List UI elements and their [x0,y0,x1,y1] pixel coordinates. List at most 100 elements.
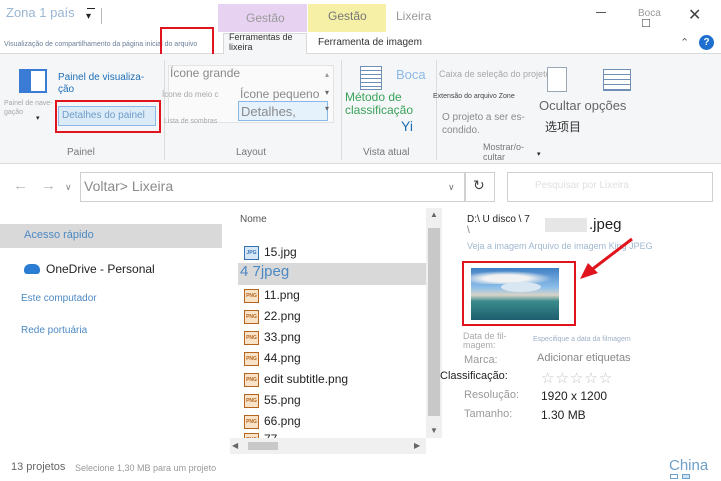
star-icon[interactable]: ☆ [541,370,555,387]
location-title: Lixeira [396,9,432,23]
scroll-up-arrow-icon[interactable]: ▲ [430,210,438,219]
ribbon-group-label-current-view: Vista atual [363,147,410,158]
file-row-name[interactable]: 44.png [264,351,301,365]
preview-pane-button[interactable]: Painel de visualiza-ção [58,72,156,96]
layout-medium-icons[interactable]: Ícone do meio c [162,90,218,99]
contextual-tab-manage-image[interactable]: Gestão [328,9,367,23]
watermark-text: China [669,457,709,474]
png-file-icon: PNG [244,373,259,387]
star-icon[interactable]: ☆ [570,370,584,387]
jpg-file-icon: JPG [244,246,259,260]
scroll-left-arrow-icon[interactable]: ◀ [232,441,238,450]
png-file-icon: PNG [244,289,259,303]
sort-direction-label[interactable]: Yi [401,118,413,134]
qat-underline [87,8,95,9]
show-hide-expand-icon[interactable]: ▾ [537,150,541,158]
ribbon-collapse-icon[interactable]: ⌃ [680,36,689,49]
item-checkboxes-toggle[interactable]: Caixa de seleção do projeto [439,69,551,79]
detail-label-size: Tamanho: [464,408,513,420]
nav-pane-button[interactable]: Painel de nave-gação [4,99,58,117]
sort-by-button[interactable]: Método de classificação [345,91,415,117]
address-path[interactable]: Voltar> Lixeira [84,178,173,194]
help-icon[interactable]: ? [699,35,714,50]
file-row-name[interactable]: 15.jpg [264,245,297,259]
detail-label-date-taken: Data de fil-magem: [463,331,507,350]
nav-item-onedrive[interactable]: OneDrive - Personal [46,262,155,276]
scroll-down-arrow-icon[interactable]: ▼ [430,426,438,435]
tab-image-tools[interactable]: Ferramenta de imagem [318,37,422,48]
search-input[interactable]: Pesquisar por Lixeira [535,180,629,191]
file-list-scroll-thumb-vertical[interactable] [428,228,440,416]
star-icon[interactable]: ☆ [584,370,598,387]
sort-by-icon[interactable] [360,66,382,90]
rating-stars[interactable]: ☆☆☆☆☆ [541,369,613,387]
layout-tiles[interactable]: Lista de sombras [164,118,217,125]
back-arrow-icon[interactable]: ← [13,177,28,194]
status-item-count: 13 projetos [11,461,66,473]
minimize-icon[interactable] [596,12,606,13]
file-row-name[interactable]: 11.png [264,288,300,302]
layout-details[interactable]: Detalhes, [241,104,296,119]
layout-small-icons[interactable]: Ícone pequeno [240,87,319,101]
onedrive-cloud-icon [24,264,40,274]
nav-item-network[interactable]: Rede portuária [21,325,87,336]
title-separator [101,8,102,24]
file-extensions-toggle[interactable]: Extensão do arquivo Zone [433,93,515,100]
details-view-toggle-icon[interactable] [670,474,678,479]
file-row-name[interactable]: 22.png [264,309,301,323]
contextual-tab-manage-recycle[interactable]: Gestão [246,11,285,25]
group-by-button[interactable]: Boca [396,67,426,82]
column-header-name[interactable]: Nome [240,214,267,225]
recent-locations-icon[interactable]: ∨ [65,182,72,193]
detail-value-date-taken[interactable]: Especifique a data da filmagem [533,336,631,343]
hidden-items-toggle[interactable]: O projeto a ser es-condido. [442,111,540,137]
preview-path: D:\ U disco \ 7 [467,214,530,225]
close-icon[interactable]: ✕ [688,5,701,25]
maximize-icon[interactable]: ☐ [641,17,651,30]
file-row-name[interactable]: 33.png [264,330,301,344]
preview-filename-extension: .jpeg [589,216,622,233]
refresh-icon[interactable]: ↻ [473,177,485,194]
nav-item-quick-access[interactable]: Acesso rápido [24,229,94,241]
detail-label-rating: Classificação: [440,370,508,382]
layout-scroll-down-icon[interactable]: ▾ [325,88,329,97]
detail-value-resolution: 1920 x 1200 [541,389,608,403]
file-row-name[interactable]: 55.png [264,393,301,407]
scroll-right-arrow-icon[interactable]: ▶ [414,441,420,450]
file-row-name[interactable]: edit subtitle.png [264,372,348,386]
large-icons-view-toggle-icon[interactable] [682,474,690,479]
tab-recycle-tools[interactable]: Ferramentas de lixeira [229,32,307,52]
layout-scroll-up-icon[interactable]: ▴ [325,70,329,79]
file-row-name[interactable]: 66.png [264,414,301,428]
png-file-icon: PNG [244,310,259,324]
hide-selected-items-icon[interactable] [547,67,567,92]
options-icon[interactable] [603,69,631,91]
file-list-scroll-thumb-horizontal[interactable] [248,442,278,450]
window-title: Zona 1 país [6,5,75,20]
star-icon[interactable]: ☆ [555,370,569,387]
ribbon-group-label-layout: Layout [236,147,267,158]
file-list [230,208,442,454]
qat-dropdown-icon[interactable]: ▾ [86,11,91,22]
detail-label-tags: Marca: [464,354,498,366]
ribbon-group-separator [436,60,437,160]
nav-item-this-pc[interactable]: Este computador [21,293,97,304]
ribbon-group-label-show-hide: Mostrar/o-cultar [483,142,525,162]
png-file-icon: PNG [244,352,259,366]
preview-pane-icon[interactable] [19,69,47,93]
hide-selected-items-sublabel[interactable]: 选项目 [545,118,581,135]
png-file-icon: PNG [244,331,259,345]
layout-large-icons[interactable]: Ícone grande [170,66,240,80]
star-icon[interactable]: ☆ [599,370,613,387]
hide-selected-items-button[interactable]: Ocultar opções [539,98,626,113]
layout-expand-icon[interactable]: ▾ [325,104,329,113]
highlight-box-preview [462,261,576,326]
file-row-name-selected[interactable]: 4 7jpeg [240,263,289,280]
forward-arrow-icon[interactable]: → [41,177,56,194]
ribbon-group-label-panel: Painel [67,147,95,158]
png-file-icon: PNG [244,415,259,429]
nav-pane-dropdown-icon[interactable]: ▾ [36,114,40,122]
detail-value-tags[interactable]: Adicionar etiquetas [537,352,631,364]
address-history-icon[interactable]: ∨ [448,182,455,193]
annotation-arrow [580,237,633,279]
